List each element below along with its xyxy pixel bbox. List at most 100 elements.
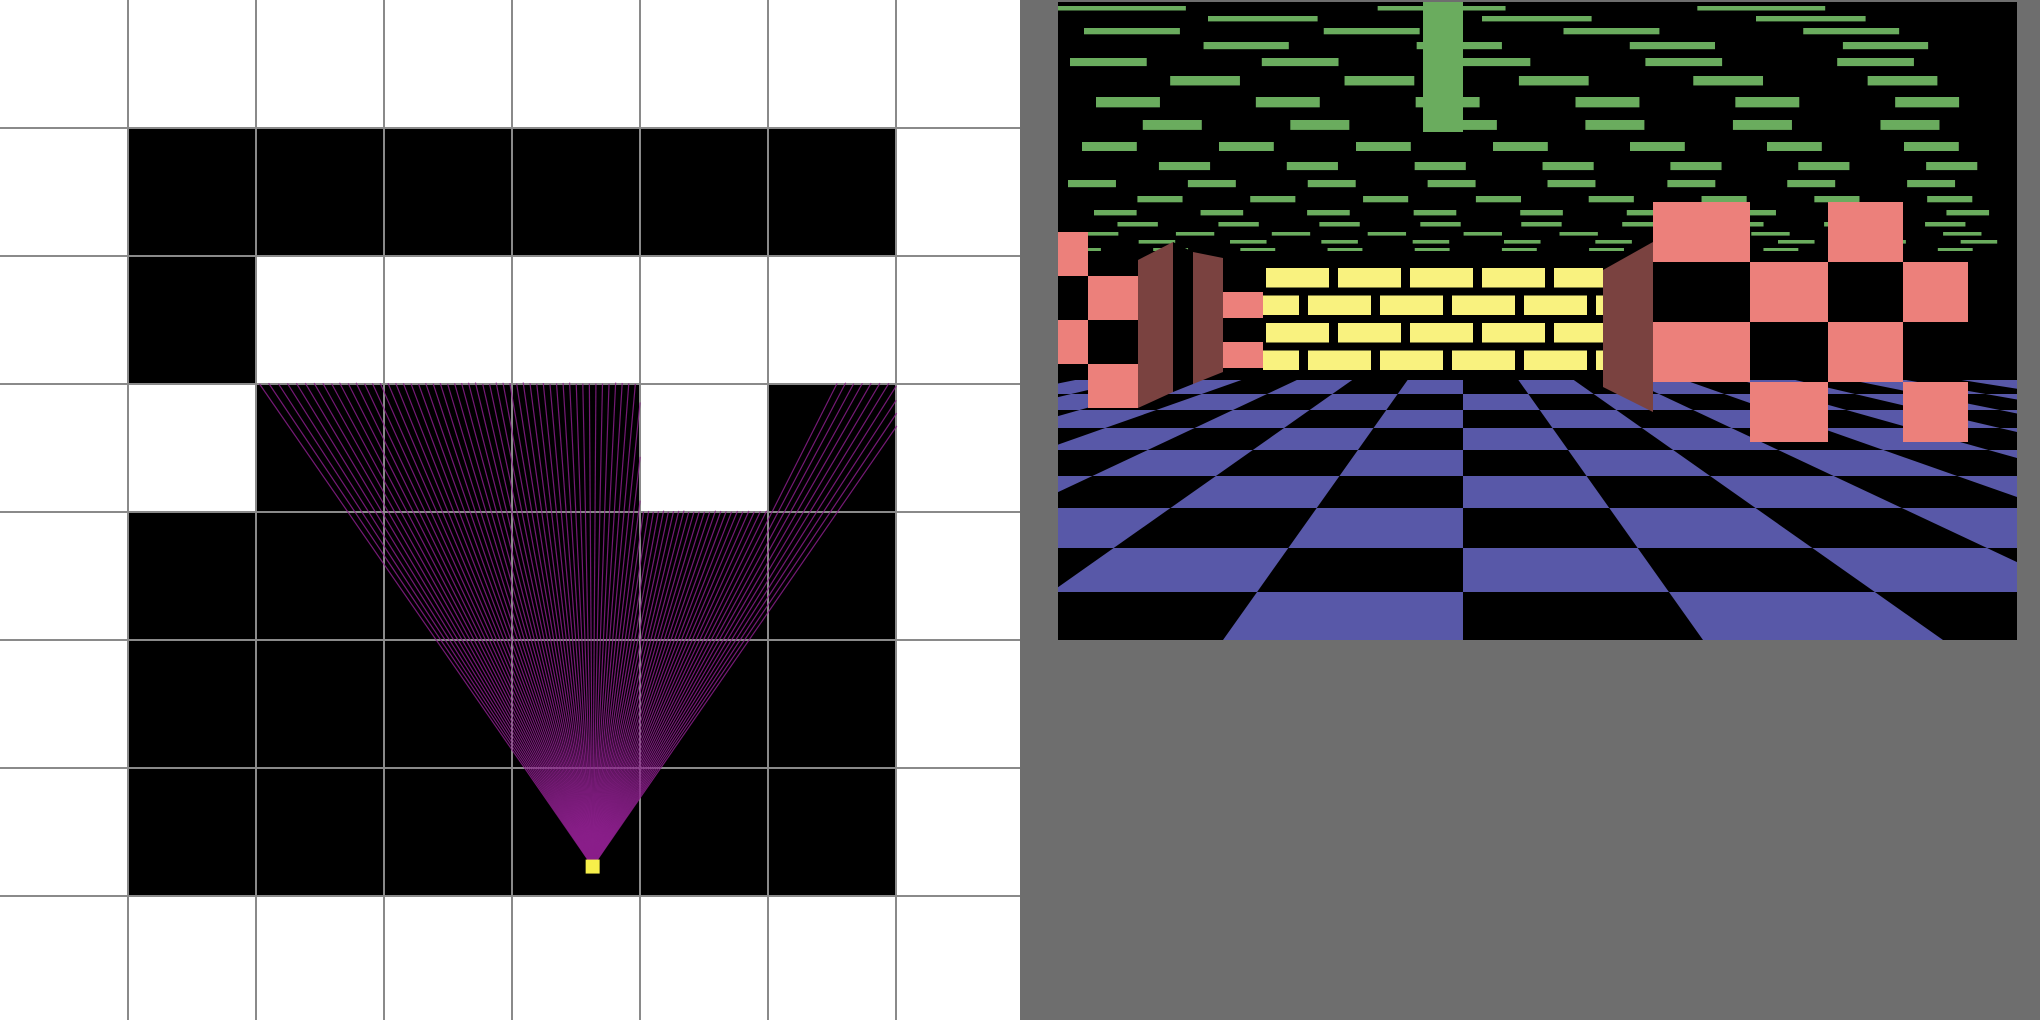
floor-cell	[0, 128, 128, 256]
ceiling-tile	[1693, 76, 1764, 86]
ceiling-tile	[1667, 180, 1716, 188]
ceiling-tile	[1427, 180, 1476, 188]
ceiling-tile	[1094, 210, 1137, 216]
checker-cell	[1653, 202, 1750, 262]
ceiling-tile	[1208, 16, 1318, 22]
ceiling-tile	[1363, 196, 1409, 203]
ceiling-tile	[1493, 142, 1548, 151]
ceiling-tile	[1271, 232, 1311, 236]
floor-cell	[768, 0, 896, 128]
ceiling-tile	[1175, 232, 1215, 236]
floor-cell	[128, 0, 256, 128]
floor-tile	[1463, 394, 1540, 410]
wall-shadow	[1138, 242, 1173, 408]
ceiling-tile	[1925, 222, 1966, 227]
ceiling-tile	[1203, 42, 1289, 50]
brick	[1263, 350, 1299, 370]
brick	[1338, 323, 1401, 343]
checker-cell	[1058, 232, 1088, 276]
floor-tile	[1463, 548, 1669, 592]
ceiling-tile	[1158, 162, 1211, 171]
floor-tile	[1288, 508, 1463, 548]
floor-cell	[384, 0, 512, 128]
player-marker	[585, 859, 600, 874]
ceiling-tile	[1230, 240, 1267, 244]
floor-cell	[640, 896, 768, 1020]
brick	[1524, 350, 1587, 370]
ceiling-tile	[1735, 97, 1800, 108]
checker-cell	[1828, 322, 1903, 382]
top-down-map[interactable]	[0, 0, 1020, 1020]
ceiling-tile	[1420, 222, 1461, 227]
floor-cell	[256, 0, 384, 128]
floor-cell	[512, 896, 640, 1020]
checker-cell	[1088, 276, 1138, 320]
floor-tile	[1463, 428, 1569, 450]
checker-cell	[1058, 320, 1088, 364]
ceiling-tile	[1321, 240, 1358, 244]
floor-cell	[0, 0, 128, 128]
floor-cell	[640, 0, 768, 128]
floor-cell	[0, 896, 128, 1020]
ceiling-tile	[1504, 240, 1541, 244]
wall-cell	[640, 128, 768, 256]
floor-cell	[896, 256, 1020, 384]
ceiling-tile	[1453, 58, 1531, 67]
map-canvas[interactable]	[0, 0, 1020, 1020]
ceiling-tile	[1520, 210, 1563, 216]
brick	[1308, 295, 1371, 315]
brick	[1266, 268, 1329, 288]
brick	[1308, 350, 1371, 370]
floor-tile	[1373, 410, 1463, 428]
checker-cell	[1828, 202, 1903, 262]
ceiling-tile	[1778, 240, 1815, 244]
floor-cell	[640, 256, 768, 384]
ceiling-tile	[1482, 16, 1592, 22]
ceiling-tile	[1907, 180, 1956, 188]
ceiling-tile	[1218, 222, 1259, 227]
checker-cell	[1223, 342, 1263, 368]
wall-cell	[128, 512, 256, 640]
ceiling-tile	[1927, 196, 1973, 203]
floor-cell	[896, 512, 1020, 640]
floor-cell	[0, 768, 128, 896]
wall-cell	[256, 128, 384, 256]
ceiling-tile	[1137, 196, 1183, 203]
floor-cell	[896, 384, 1020, 512]
floor-cell	[896, 0, 1020, 128]
ceiling-tile	[1701, 196, 1747, 203]
ceiling-tile	[1319, 222, 1360, 227]
ceiling-tile	[1803, 28, 1900, 35]
floor-cell	[896, 896, 1020, 1020]
brick	[1338, 268, 1401, 288]
checker-cell	[1653, 322, 1750, 382]
floor-tile	[1339, 450, 1463, 476]
floor-cell	[0, 384, 128, 512]
ceiling-tile	[1286, 162, 1338, 171]
view-canvas	[1058, 2, 2017, 640]
wall-cell	[768, 640, 896, 768]
ceiling-tile	[1960, 240, 1998, 244]
brick	[1452, 350, 1515, 370]
wall-cell	[768, 768, 896, 896]
wall-cell	[128, 768, 256, 896]
brick	[1554, 268, 1603, 288]
ceiling-tile	[1367, 232, 1407, 236]
ceiling-tile	[1943, 232, 1982, 236]
wall-cell	[256, 512, 384, 640]
ceiling-tile	[1751, 232, 1790, 236]
checker-cell	[1750, 262, 1828, 322]
checker-cell	[1088, 364, 1138, 408]
brick	[1524, 295, 1587, 315]
ceiling-tile	[1563, 28, 1660, 35]
floor-cell	[768, 896, 896, 1020]
ceiling-tile	[1585, 120, 1645, 130]
ceiling-tile	[1117, 222, 1158, 227]
ceiling-tile	[1327, 248, 1363, 251]
ceiling-tile	[1414, 248, 1450, 251]
ceiling-tile	[1732, 120, 1792, 130]
floor-tile	[1223, 592, 1463, 640]
ceiling-tile	[1837, 58, 1914, 67]
ceiling-tile	[1219, 142, 1274, 151]
ceiling-tile	[1756, 16, 1866, 22]
